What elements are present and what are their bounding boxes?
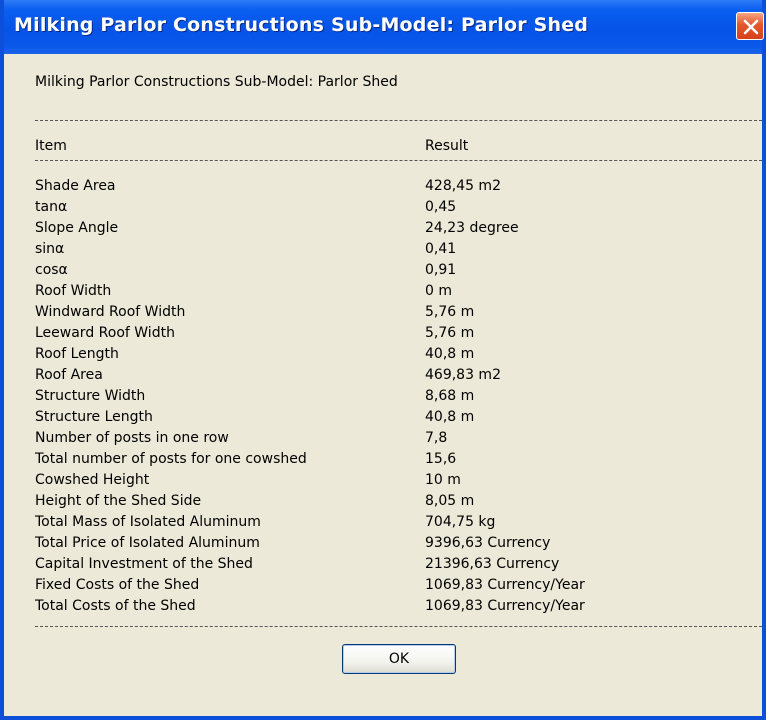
table-row: sinα 0,41	[35, 241, 735, 262]
row-result-value: 8,05 m	[425, 493, 475, 509]
row-result-value: 40,8 m	[425, 346, 475, 362]
table-row: Number of posts in one row 7,8	[35, 430, 735, 451]
table-row: Shade Area 428,45 m2	[35, 178, 735, 199]
row-result-value: 0 m	[425, 283, 452, 299]
column-header-result: Result	[425, 138, 469, 154]
row-item-label: Structure Length	[35, 409, 153, 425]
row-item-label: Total number of posts for one cowshed	[35, 451, 307, 467]
row-item-label: Roof Width	[35, 283, 112, 299]
table-row: Windward Roof Width 5,76 m	[35, 304, 735, 325]
row-result-value: 21396,63 Currency	[425, 556, 560, 572]
row-item-label: Number of posts in one row	[35, 430, 229, 446]
row-result-value: 7,8	[425, 430, 448, 446]
table-row: Height of the Shed Side 8,05 m	[35, 493, 735, 514]
divider-header	[35, 160, 762, 161]
row-item-label: Shade Area	[35, 178, 116, 194]
row-item-label: Fixed Costs of the Shed	[35, 577, 200, 593]
table-row: Total Costs of the Shed 1069,83 Currency/…	[35, 598, 735, 619]
table-row: Roof Area 469,83 m2	[35, 367, 735, 388]
dialog-window: Milking Parlor Constructions Sub-Model: …	[0, 0, 766, 720]
row-result-value: 704,75 kg	[425, 514, 496, 530]
close-button[interactable]	[736, 12, 764, 40]
ok-button[interactable]: OK	[342, 644, 456, 674]
row-item-label: Cowshed Height	[35, 472, 150, 488]
table-row: Slope Angle 24,23 degree	[35, 220, 735, 241]
row-item-label: Total Costs of the Shed	[35, 598, 196, 614]
table-row: tanα 0,45	[35, 199, 735, 220]
row-result-value: 469,83 m2	[425, 367, 501, 383]
dialog-body: Milking Parlor Constructions Sub-Model: …	[4, 54, 762, 716]
row-item-label: Total Mass of Isolated Aluminum	[35, 514, 261, 530]
row-result-value: 1069,83 Currency/Year	[425, 577, 585, 593]
row-result-value: 10 m	[425, 472, 461, 488]
table-row: Structure Length 40,8 m	[35, 409, 735, 430]
window-title: Milking Parlor Constructions Sub-Model: …	[14, 14, 589, 36]
row-result-value: 8,68 m	[425, 388, 475, 404]
table-row: Total Price of Isolated Aluminum 9396,63 …	[35, 535, 735, 556]
row-result-value: 428,45 m2	[425, 178, 501, 194]
row-result-value: 5,76 m	[425, 304, 475, 320]
row-result-value: 0,91	[425, 262, 457, 278]
row-result-value: 0,45	[425, 199, 457, 215]
row-item-label: Structure Width	[35, 388, 146, 404]
row-item-label: Total Price of Isolated Aluminum	[35, 535, 260, 551]
table-row: Roof Length 40,8 m	[35, 346, 735, 367]
divider-top	[35, 120, 762, 121]
table-row: Total Mass of Isolated Aluminum 704,75 kg	[35, 514, 735, 535]
row-result-value: 5,76 m	[425, 325, 475, 341]
table-row: Fixed Costs of the Shed 1069,83 Currency/…	[35, 577, 735, 598]
row-item-label: Height of the Shed Side	[35, 493, 202, 509]
row-item-label: cosα	[35, 262, 68, 278]
table-row: Structure Width 8,68 m	[35, 388, 735, 409]
row-item-label: Roof Length	[35, 346, 119, 362]
row-item-label: tanα	[35, 199, 68, 215]
table-row: Total number of posts for one cowshed 15,…	[35, 451, 735, 472]
row-item-label: Windward Roof Width	[35, 304, 186, 320]
row-result-value: 1069,83 Currency/Year	[425, 598, 585, 614]
row-result-value: 15,6	[425, 451, 457, 467]
table-row: Capital Investment of the Shed 21396,63 C…	[35, 556, 735, 577]
table-row: Cowshed Height 10 m	[35, 472, 735, 493]
row-item-label: sinα	[35, 241, 65, 257]
row-result-value: 24,23 degree	[425, 220, 519, 236]
row-result-value: 40,8 m	[425, 409, 475, 425]
divider-bottom	[35, 626, 762, 627]
row-item-label: Capital Investment of the Shed	[35, 556, 253, 572]
results-table: Shade Area 428,45 m2 tanα 0,45 Slope Angle 24…	[35, 178, 735, 619]
row-result-value: 0,41	[425, 241, 457, 257]
row-item-label: Leeward Roof Width	[35, 325, 175, 341]
row-result-value: 9396,63 Currency	[425, 535, 551, 551]
table-row: Leeward Roof Width 5,76 m	[35, 325, 735, 346]
row-item-label: Slope Angle	[35, 220, 119, 236]
report-heading: Milking Parlor Constructions Sub-Model: …	[35, 74, 398, 90]
table-row: Roof Width 0 m	[35, 283, 735, 304]
table-row: cosα 0,91	[35, 262, 735, 283]
title-bar[interactable]: Milking Parlor Constructions Sub-Model: …	[4, 0, 764, 54]
column-header-item: Item	[35, 138, 67, 154]
row-item-label: Roof Area	[35, 367, 103, 383]
close-icon	[743, 19, 759, 35]
